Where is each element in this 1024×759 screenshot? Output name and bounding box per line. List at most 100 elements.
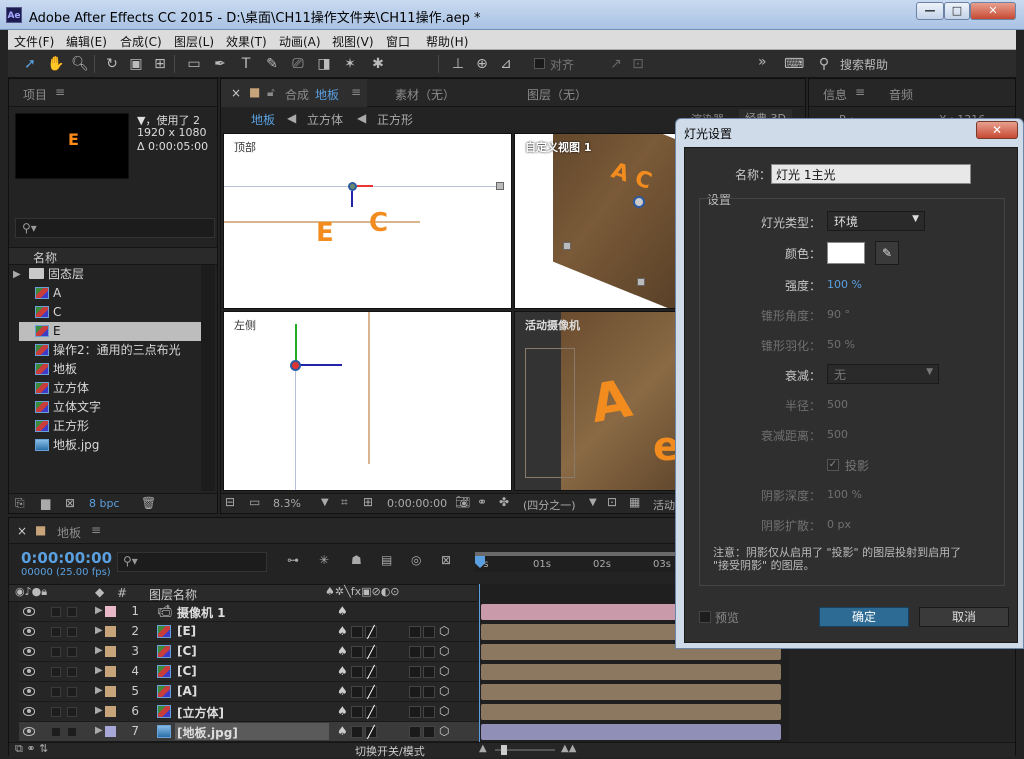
zoom-level[interactable]: 8.3% <box>273 497 301 510</box>
panel-menu-icon[interactable]: ≡ <box>855 85 865 99</box>
fast-preview-icon[interactable]: ⊡ <box>607 495 617 509</box>
expand-layer-icon[interactable]: ▶ <box>95 725 103 736</box>
info-tab[interactable]: 信息 <box>823 86 847 103</box>
table-row[interactable]: ▶ 2 [E] ♠ ╱ ⬡ <box>19 622 487 642</box>
collapse-switch-icon[interactable]: ╱ <box>365 726 377 738</box>
rotate-tool-icon[interactable]: ↻ <box>102 54 122 74</box>
expand-panels-button[interactable]: » <box>758 54 767 70</box>
expand-layer-icon[interactable]: ▶ <box>95 605 103 616</box>
layer-name[interactable]: [A] <box>177 684 197 698</box>
panel-menu-icon[interactable]: ≡ <box>91 523 101 537</box>
lock-icon[interactable]: 🔓︎ <box>267 85 275 100</box>
list-item[interactable]: A <box>19 284 207 303</box>
breadcrumb-floor[interactable]: 地板 <box>251 111 275 128</box>
hand-tool-icon[interactable]: ✋ <box>46 54 66 74</box>
bit-depth-button[interactable]: 8 bpc <box>89 497 120 510</box>
shy-switch-icon[interactable]: ♠ <box>337 684 348 698</box>
3d-layer-icon[interactable]: ⬡ <box>439 664 449 678</box>
expand-layer-icon[interactable]: ▶ <box>95 665 103 676</box>
timeline-tab[interactable]: 地板 <box>57 524 81 541</box>
eyedropper-icon[interactable]: ✎ <box>875 241 899 265</box>
light-type-dropdown[interactable]: 环境 ▼ <box>827 211 925 231</box>
list-item[interactable]: 地板 <box>19 360 207 379</box>
color-swatch[interactable] <box>827 242 865 264</box>
shy-switch-icon[interactable]: ♠ <box>337 604 348 618</box>
3d-layer-icon[interactable]: ⬡ <box>439 704 449 718</box>
expand-layer-icon[interactable]: ▶ <box>95 645 103 656</box>
view-axis-icon[interactable]: ⊿ <box>496 54 516 74</box>
table-row[interactable]: ▶ 5 [A] ♠ ╱ ⬡ <box>19 682 487 702</box>
grid-icon[interactable]: ⊞ <box>363 495 373 509</box>
panel-menu-icon[interactable]: ≡ <box>55 85 65 99</box>
3d-layer-icon[interactable]: ⬡ <box>439 644 449 658</box>
column-hash-header[interactable]: # <box>117 586 127 600</box>
close-tab-icon[interactable]: × <box>231 86 241 100</box>
list-item[interactable]: 操作2：通用的三点布光 <box>19 341 207 360</box>
layer-label-color[interactable] <box>105 626 116 637</box>
selection-tool-icon[interactable]: ➚ <box>20 54 40 74</box>
type-tool-icon[interactable]: T <box>236 54 256 74</box>
shy-layers-icon[interactable]: ☗ <box>351 553 362 567</box>
world-axis-icon[interactable]: ⊕ <box>472 54 492 74</box>
menu-help[interactable]: 帮助(H) <box>426 33 468 50</box>
menu-file[interactable]: 文件(F) <box>14 33 54 50</box>
view-left[interactable]: 左侧 <box>223 311 512 491</box>
3d-layer-icon[interactable]: ⬡ <box>439 724 449 738</box>
collapse-switch-icon[interactable]: ╱ <box>365 666 377 678</box>
project-search-input[interactable]: ⚲▾ <box>15 218 215 238</box>
falloff-dropdown[interactable]: 无 ▼ <box>827 364 939 384</box>
layer-tab[interactable]: 图层（无） <box>527 86 587 103</box>
frame-blending-icon[interactable]: ▤ <box>381 553 392 567</box>
timeline-timecode[interactable]: 0:00:00:00 <box>21 549 112 567</box>
expand-layer-icon[interactable]: ▶ <box>95 685 103 696</box>
close-button[interactable]: ✕ <box>970 2 1016 20</box>
snap-features-icon[interactable]: ⊡ <box>628 54 648 74</box>
menu-animation[interactable]: 动画(A) <box>279 33 321 50</box>
footer-icons[interactable]: ⧉ ⚭ ⇅ <box>15 742 48 756</box>
collapse-switch-icon[interactable]: ╱ <box>365 646 377 658</box>
roto-brush-tool-icon[interactable]: ✶ <box>340 54 360 74</box>
menu-layer[interactable]: 图层(L) <box>174 33 214 50</box>
resolution-dropdown[interactable]: (四分之一) <box>523 497 576 513</box>
menu-view[interactable]: 视图(V) <box>332 33 374 50</box>
intensity-value[interactable]: 100 % <box>827 278 862 291</box>
av-features-icon[interactable]: ◉♪●🔒︎ <box>15 585 47 599</box>
new-composition-icon[interactable]: ⊠ <box>65 496 75 510</box>
draft-3d-icon[interactable]: ✳ <box>319 553 329 567</box>
shy-switch-icon[interactable]: ♠ <box>337 724 348 738</box>
list-item[interactable]: 立体文字 <box>19 398 207 417</box>
ok-button[interactable]: 确定 <box>819 607 909 627</box>
column-layer-name-header[interactable]: 图层名称 <box>149 586 197 603</box>
composition-tab-name[interactable]: 地板 <box>315 86 339 103</box>
visibility-eye-icon[interactable] <box>23 627 35 636</box>
list-item-folder[interactable]: ▶ 固态层 ⊹ <box>13 265 211 284</box>
snap-edges-icon[interactable]: ↗ <box>606 54 626 74</box>
label-column-icon[interactable]: ◆ <box>95 585 104 599</box>
view-top[interactable]: 顶部 E C <box>223 133 512 309</box>
trash-icon[interactable]: 🗑︎ <box>141 496 156 510</box>
workspace-icon[interactable]: ⌨ <box>784 54 804 74</box>
transparency-grid-icon[interactable]: ▦ <box>629 495 640 509</box>
list-item[interactable]: 地板.jpg <box>19 436 207 455</box>
layer-label-color[interactable] <box>105 666 116 677</box>
table-row[interactable]: ▶ 6 [立方体] ♠ ╱ ⬡ <box>19 702 487 722</box>
menu-edit[interactable]: 编辑(E) <box>66 33 107 50</box>
project-tab[interactable]: 项目 <box>23 86 47 103</box>
comp-mini-flowchart-icon[interactable]: ⊶ <box>287 553 299 567</box>
preview-checkbox[interactable] <box>699 611 711 623</box>
time-ruler[interactable]: 0s 01s 02s 03s <box>475 552 675 572</box>
menu-window[interactable]: 窗口 <box>386 33 410 50</box>
motion-blur-icon[interactable]: ◎ <box>411 553 421 567</box>
layer-bar[interactable] <box>481 684 781 700</box>
footage-tab[interactable]: 素材（无） <box>395 86 455 103</box>
layer-label-color[interactable] <box>105 726 116 737</box>
zoom-dropdown-icon[interactable]: ▼ <box>321 497 329 508</box>
minimize-button[interactable]: — <box>916 2 944 20</box>
layer-label-color[interactable] <box>105 706 116 717</box>
monitor-icon[interactable]: ▭ <box>249 495 260 509</box>
color-channel-icon[interactable]: ✤ <box>499 495 509 509</box>
menu-effect[interactable]: 效果(T) <box>226 33 267 50</box>
zoom-in-icon[interactable]: ▲▲ <box>561 743 576 754</box>
list-item-selected[interactable]: E <box>19 322 207 341</box>
zoom-tool-icon[interactable]: 🔍︎ <box>70 54 90 74</box>
